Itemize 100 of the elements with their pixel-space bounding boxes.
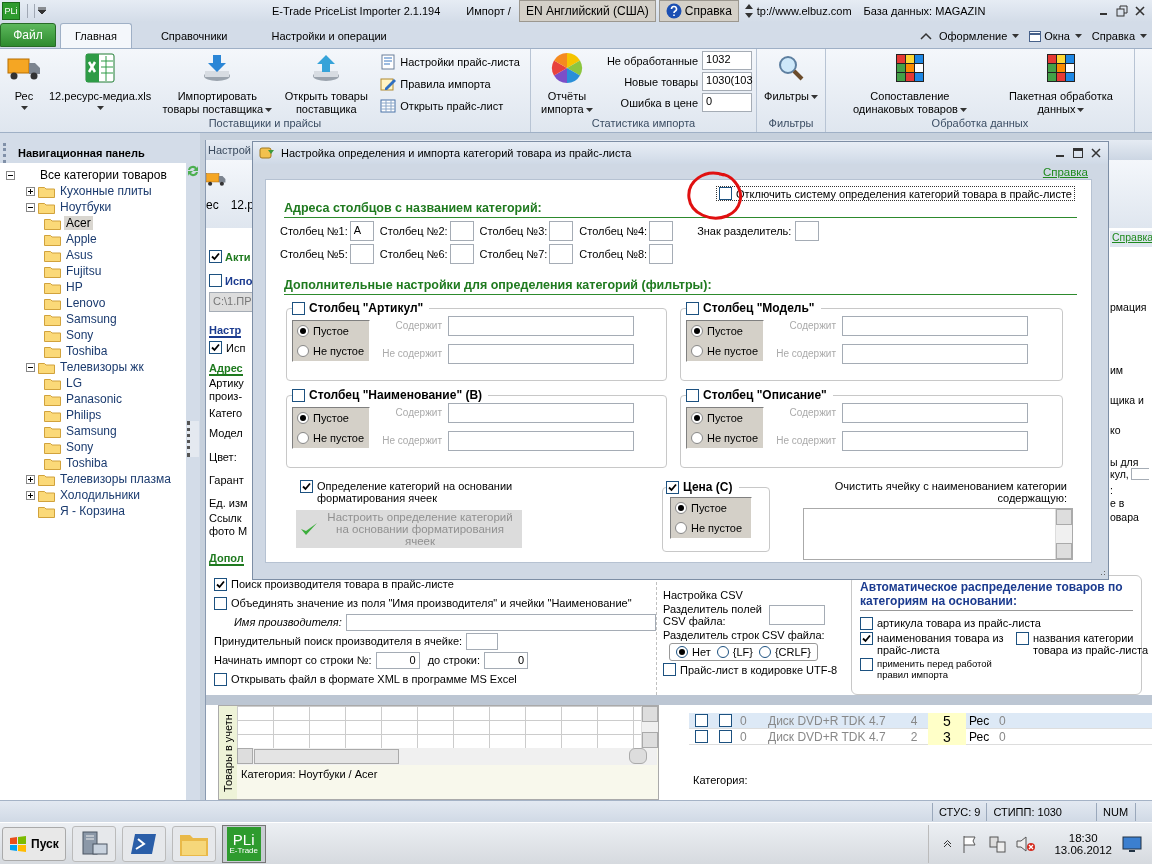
checkbox[interactable]: Объединять значение из поля "Имя производителя" и ячейки "Наименование"	[214, 596, 632, 610]
tree-item[interactable]: LG	[64, 376, 84, 390]
tree-item[interactable]: Sony	[64, 328, 96, 342]
refresh-icon[interactable]	[185, 163, 201, 179]
radio-button[interactable]: Пустое	[297, 411, 369, 424]
text-field[interactable]	[345, 613, 656, 631]
checkbox[interactable]: артикула товара из прайс-листа	[860, 617, 1152, 630]
splitter-handle[interactable]	[187, 421, 199, 457]
radio-button[interactable]: Не пустое	[691, 344, 763, 357]
ribbon-button[interactable]: ес	[206, 198, 219, 212]
taskbar-button[interactable]	[71, 825, 116, 862]
text-field[interactable]	[842, 430, 1028, 451]
radio-button[interactable]: Пустое	[297, 324, 369, 337]
ribbon-menu[interactable]: Оформление	[936, 30, 1023, 42]
scrollbar[interactable]	[237, 748, 657, 765]
close-icon[interactable]	[1134, 5, 1146, 17]
radio-button[interactable]: Пустое	[691, 411, 763, 424]
text-field[interactable]: 0	[702, 93, 753, 112]
chevron-up-icon[interactable]	[943, 839, 953, 849]
table-row[interactable]: 0 Диск DVD+R TDK 4.7 2 3 Рес 0	[689, 729, 1152, 745]
text-field[interactable]	[448, 402, 634, 423]
close-icon[interactable]	[1090, 147, 1102, 159]
scrollbar[interactable]	[1055, 509, 1072, 559]
start-button[interactable]: Пуск	[2, 826, 66, 861]
text-field[interactable]	[842, 343, 1028, 364]
radio-button[interactable]: Нет	[676, 646, 711, 658]
ribbon-tab[interactable]: Настройки и операции	[256, 23, 402, 48]
radio-button[interactable]: Не пустое	[297, 344, 369, 357]
checkbox[interactable]: Испо	[209, 274, 253, 287]
text-field[interactable]	[349, 244, 374, 264]
checkbox[interactable]	[719, 714, 732, 727]
tree-item[interactable]: Philips	[64, 408, 104, 422]
text-field[interactable]	[449, 221, 474, 241]
app-logo[interactable]: PLi	[2, 2, 20, 20]
checkbox[interactable]	[695, 730, 708, 743]
text-field[interactable]	[466, 632, 499, 650]
quick-access-caret-icon[interactable]	[38, 7, 46, 15]
checkbox[interactable]	[695, 714, 708, 727]
expand-icon[interactable]	[26, 490, 35, 500]
tree-item[interactable]: Кухонные плиты	[58, 184, 154, 198]
tree-item[interactable]: Samsung	[64, 312, 119, 326]
resize-grip-icon[interactable]	[1098, 569, 1106, 577]
ribbon-menu[interactable]: Справка	[1088, 30, 1150, 42]
text-field[interactable]	[448, 430, 634, 451]
tree-item[interactable]: Panasonic	[64, 392, 125, 406]
text-field[interactable]: 0	[375, 651, 420, 669]
checkbox[interactable]: Поиск производителя товара в прайс-листе	[214, 577, 454, 591]
flag-icon[interactable]	[962, 834, 979, 853]
tree-item[interactable]: Телевизоры плазма	[58, 472, 173, 486]
checkbox[interactable]: Исп	[209, 341, 246, 354]
ribbon-button[interactable]: Рес	[4, 49, 44, 110]
text-field[interactable]	[449, 244, 474, 264]
text-field[interactable]	[448, 343, 634, 364]
ribbon-button[interactable]: Открыть прайс-лист	[374, 95, 526, 117]
scroll-arrows-icon[interactable]	[744, 3, 753, 19]
ribbon-button[interactable]: Импортировать товары поставщика	[156, 49, 279, 116]
checkbox[interactable]	[719, 730, 732, 743]
radio-button[interactable]: Не пустое	[691, 431, 763, 444]
expand-icon[interactable]	[26, 474, 35, 484]
text-field[interactable]	[649, 244, 674, 264]
tree-item[interactable]: Lenovo	[64, 296, 108, 310]
checkbox[interactable]: применить перед работой правил импорта	[860, 658, 1010, 680]
text-field[interactable]	[549, 221, 574, 241]
checkbox[interactable]: Акти	[209, 250, 251, 263]
checkbox[interactable]: названия категории товара из прайс-листа	[1016, 632, 1152, 656]
text-field[interactable]: 0	[484, 651, 529, 669]
text-field[interactable]	[1130, 468, 1149, 480]
ribbon-button[interactable]: Сопоставление одинаковых товаров	[843, 49, 976, 116]
collapse-icon[interactable]	[6, 170, 15, 180]
text-field[interactable]: 1030(103	[702, 72, 753, 91]
tree-item[interactable]: Samsung	[64, 424, 119, 438]
text-field[interactable]	[842, 315, 1028, 336]
table-row[interactable]: 0 Диск DVD+R TDK 4.7 4 5 Рес 0	[689, 713, 1152, 729]
collapse-ribbon-icon[interactable]	[920, 31, 932, 41]
tree-item[interactable]: Все категории товаров	[38, 168, 169, 182]
tree-item[interactable]: Toshiba	[64, 344, 110, 358]
ribbon-menu[interactable]: Окна	[1026, 30, 1085, 42]
taskbar-button[interactable]	[121, 825, 166, 862]
ribbon-tab[interactable]: Справочники	[145, 23, 243, 48]
collapse-icon[interactable]	[26, 202, 35, 212]
language-indicator[interactable]: EN Английский (США)	[518, 0, 656, 22]
tree-item[interactable]: Apple	[64, 232, 99, 246]
ribbon-tab[interactable]: Главная	[60, 23, 132, 48]
radio-button[interactable]: Пустое	[675, 501, 751, 514]
radio-button[interactable]: Не пустое	[675, 521, 751, 534]
tree-item[interactable]: Холодильники	[58, 488, 143, 502]
tree-item[interactable]: Sony	[64, 440, 96, 454]
tree-item[interactable]: HP	[64, 280, 85, 294]
ribbon-button[interactable]: Фильтры	[761, 49, 821, 103]
tree-item[interactable]: Ноутбуки	[58, 200, 114, 214]
radio-button[interactable]: {CRLF}	[758, 646, 811, 658]
ribbon-button[interactable]: Настройки прайс-листа	[374, 51, 526, 73]
text-field[interactable]	[769, 605, 825, 625]
text-field[interactable]	[842, 402, 1028, 423]
checkbox[interactable]: Прайс-лист в кодировке UTF-8	[663, 663, 838, 676]
text-field[interactable]	[649, 221, 674, 241]
ribbon-button[interactable]: Открыть товары поставщика	[280, 49, 373, 116]
tree-item[interactable]: Acer	[64, 216, 93, 230]
checkbox[interactable]: наименования товара из прайс-листа	[860, 632, 1010, 656]
help-button[interactable]: Справка	[658, 0, 739, 22]
